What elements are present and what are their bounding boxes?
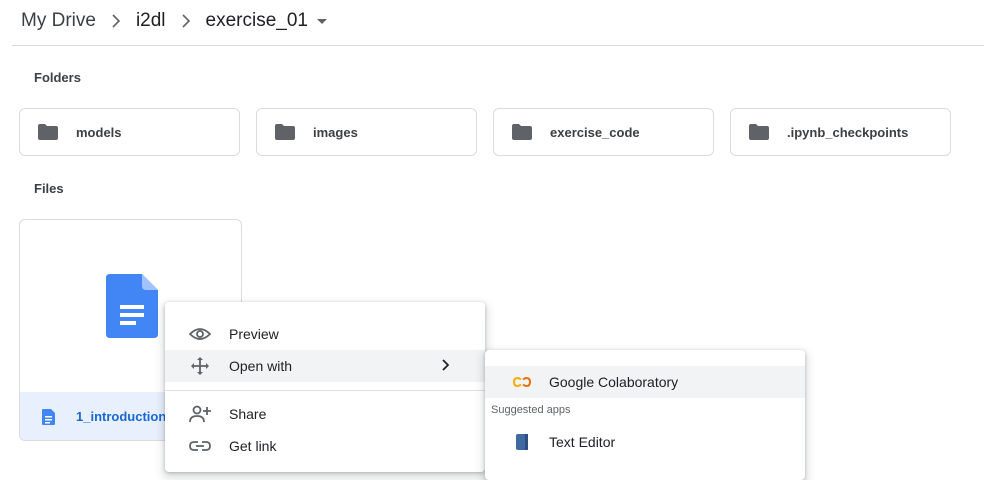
folders-heading: Folders [34, 70, 81, 85]
folder-exercise-code[interactable]: exercise_code [493, 108, 714, 156]
folder-ipynb-checkpoints[interactable]: .ipynb_checkpoints [730, 108, 951, 156]
submenu-item-text-editor[interactable]: Text Editor [485, 426, 805, 458]
chevron-right-icon [441, 358, 450, 376]
google-doc-icon [42, 409, 55, 430]
folder-icon [38, 124, 58, 145]
chevron-right-icon [96, 14, 136, 28]
submenu-item-label: Google Colaboratory [549, 374, 679, 390]
open-with-submenu: Google Colaboratory Suggested apps Text … [485, 350, 805, 480]
breadcrumb: My Drive i2dl exercise_01 [21, 8, 328, 34]
folder-name: .ipynb_checkpoints [787, 124, 909, 140]
folder-icon [275, 124, 295, 145]
menu-item-label: Open with [229, 358, 293, 374]
breadcrumb-exercise-01[interactable]: exercise_01 [206, 10, 308, 32]
folder-name: exercise_code [550, 124, 640, 140]
folder-icon [749, 124, 769, 145]
folder-icon [512, 124, 532, 145]
breadcrumb-my-drive[interactable]: My Drive [21, 10, 96, 32]
folder-name: images [313, 124, 358, 140]
eye-icon [189, 324, 211, 344]
menu-item-open-with[interactable]: Open with [165, 350, 485, 382]
file-name: 1_introduction.i [76, 408, 174, 424]
menu-divider [165, 390, 485, 391]
header-divider [12, 45, 984, 46]
colab-icon [513, 374, 531, 390]
folder-models[interactable]: models [19, 108, 240, 156]
folder-images[interactable]: images [256, 108, 477, 156]
person-add-icon [189, 404, 211, 424]
chevron-right-icon [166, 14, 206, 28]
menu-item-preview[interactable]: Preview [165, 318, 485, 350]
link-icon [189, 436, 211, 456]
move-arrows-icon [189, 356, 211, 376]
google-doc-icon [106, 274, 158, 343]
context-menu: Preview Open with Share Get link [165, 302, 485, 472]
menu-item-label: Share [229, 406, 267, 422]
menu-item-label: Preview [229, 326, 279, 342]
files-heading: Files [34, 181, 64, 196]
menu-item-get-link[interactable]: Get link [165, 430, 485, 462]
submenu-item-google-colaboratory[interactable]: Google Colaboratory [485, 366, 805, 398]
folder-name: models [76, 124, 122, 140]
suggested-apps-heading: Suggested apps [491, 404, 571, 416]
submenu-item-label: Text Editor [549, 434, 616, 450]
breadcrumb-i2dl[interactable]: i2dl [136, 10, 166, 32]
menu-item-label: Get link [229, 438, 277, 454]
menu-item-share[interactable]: Share [165, 398, 485, 430]
text-editor-icon [513, 434, 531, 450]
caret-down-icon[interactable] [316, 18, 328, 26]
